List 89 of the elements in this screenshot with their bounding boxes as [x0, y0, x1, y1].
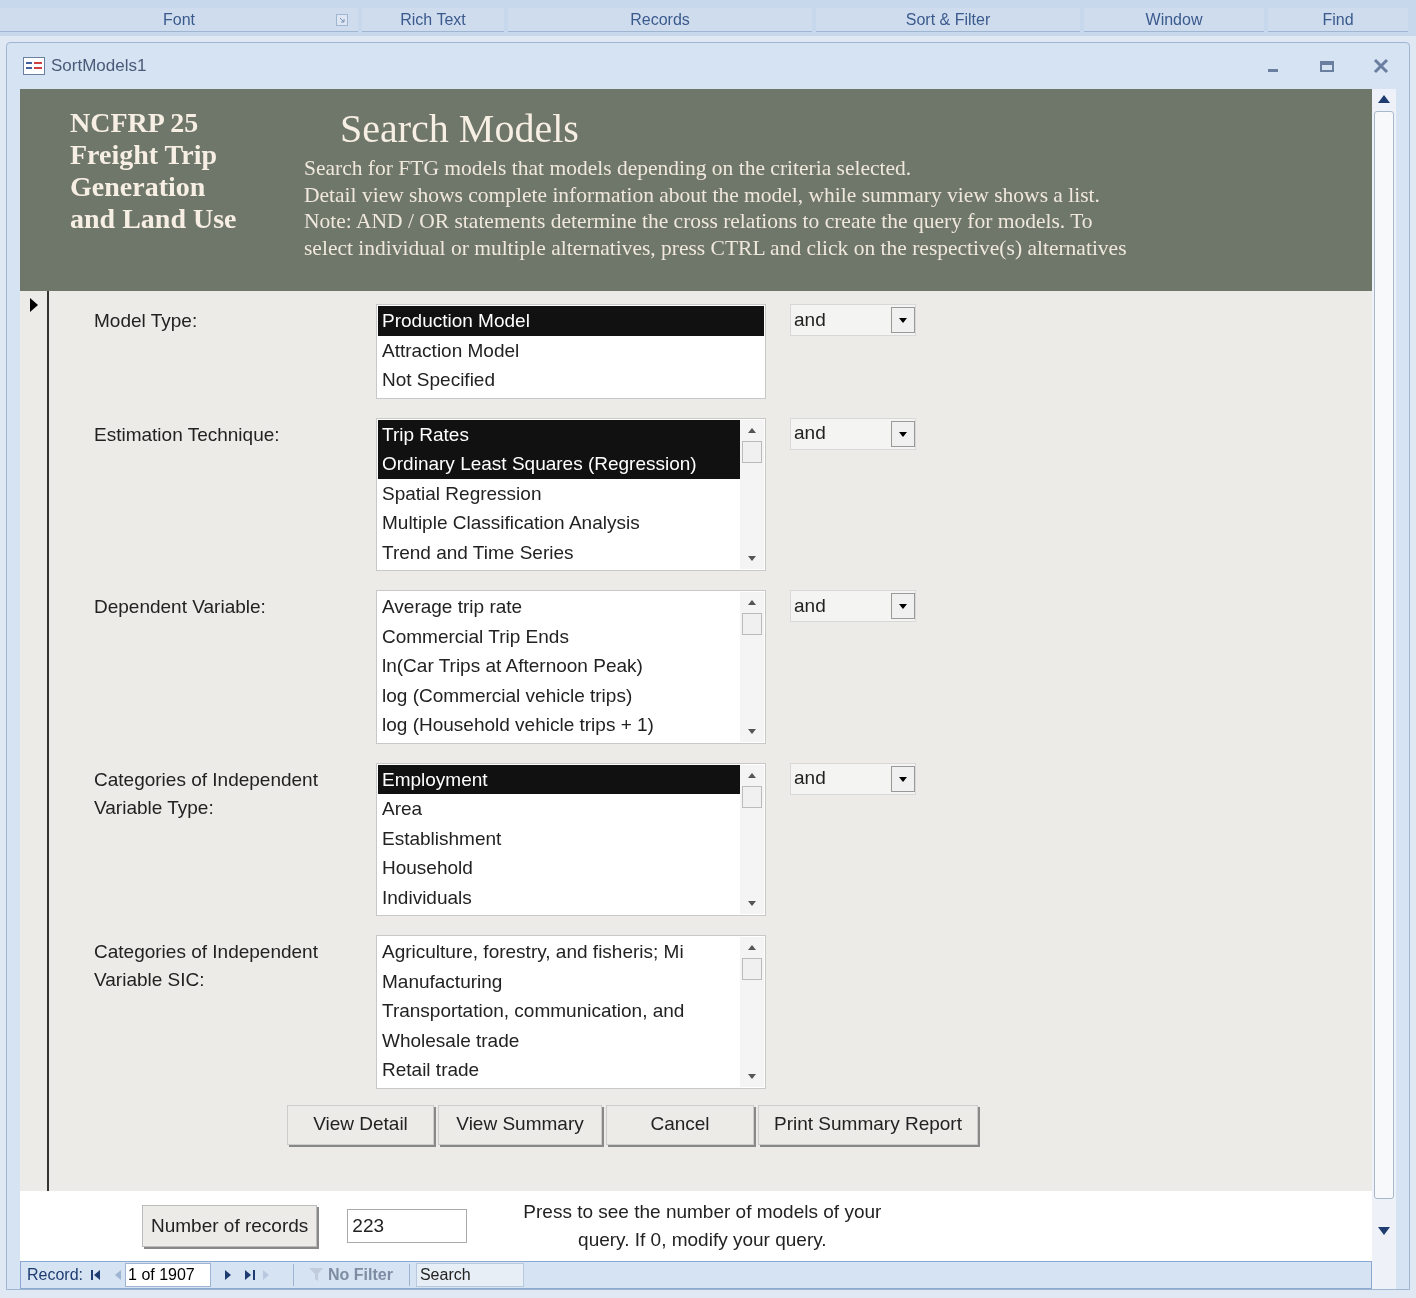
list-item[interactable]: Retail trade [378, 1055, 740, 1085]
operator-dropdown[interactable]: and [790, 417, 916, 450]
field-label: Dependent Variable: [94, 595, 267, 619]
description-line: Detail view shows complete information about the model, while summary view shows a list. [304, 181, 1101, 208]
form-title: Search Models [340, 107, 580, 151]
action-button[interactable]: Print Summary Report [758, 1104, 978, 1145]
scroll-thumb[interactable] [742, 440, 762, 463]
description-line: Note: AND / OR statements determine the cross relations to create the query for models. To [304, 208, 1094, 235]
list-item[interactable]: Trip Rates [378, 419, 740, 449]
scroll-up-icon[interactable] [1378, 95, 1390, 103]
form-icon [23, 57, 45, 75]
ribbon-group-title: Window [1145, 9, 1203, 30]
dialog-launcher-icon[interactable] [336, 14, 348, 26]
action-button[interactable]: View Summary [438, 1104, 602, 1145]
scroll-down-icon[interactable] [1378, 1227, 1390, 1235]
operator-dropdown[interactable]: and [790, 304, 916, 336]
number-of-records-button[interactable]: Number of records [142, 1205, 318, 1247]
list-box[interactable]: Agriculture, forestry, and fisheris; Mi Manufacturing Transportation, communication, and Wholesale trade Retail trade [376, 935, 766, 1089]
scroll-thumb[interactable] [742, 958, 762, 980]
list-item[interactable]: Individuals [378, 882, 740, 912]
list-item[interactable]: Average trip rate [378, 592, 740, 622]
scroll-down-icon[interactable] [748, 1073, 756, 1079]
list-item[interactable]: Household [378, 853, 740, 883]
list-item[interactable]: Trend and Time Series [378, 537, 740, 567]
list-item[interactable]: Not Specified [378, 365, 764, 395]
window-title: SortModels1 [51, 55, 147, 78]
brand-text: and Land Use [70, 203, 238, 235]
ribbon-group-title: Records [630, 9, 690, 30]
ribbon-group-title: Font [163, 9, 195, 30]
list-item[interactable]: Production Model [378, 306, 764, 336]
field-label: Categories of Independent Variable SIC: [94, 940, 319, 992]
list-item[interactable]: log (Household vehicle trips + 1) [378, 710, 740, 740]
hint-text: Press to see the number of models of your query. If 0, modify your query. [522, 1200, 883, 1252]
operator-dropdown[interactable]: and [790, 590, 916, 622]
ribbon-group-title: Find [1322, 9, 1354, 30]
list-item[interactable]: Spatial Regression [378, 478, 740, 508]
field-label: Categories of Independent Variable Type: [94, 767, 319, 820]
scroll-down-icon[interactable] [748, 901, 756, 906]
field-label: Estimation Technique: [94, 422, 281, 447]
scroll-up-icon[interactable] [748, 600, 756, 605]
ribbon-group-title: Rich Text [400, 9, 466, 30]
description-line: select individual or multiple alternatives, press CTRL and click on the respective(s) alternatives [304, 234, 1127, 261]
scroll-up-icon[interactable] [748, 772, 756, 778]
record-count-field[interactable]: 223 [347, 1209, 468, 1243]
list-item[interactable]: ln(Car Trips at Afternoon Peak) [378, 651, 740, 681]
list-scrollbar[interactable] [740, 937, 764, 1087]
action-button[interactable]: Cancel [606, 1104, 754, 1145]
record-label: Record: [27, 1265, 84, 1285]
scroll-up-icon[interactable] [748, 427, 756, 433]
list-item[interactable]: Area [378, 794, 740, 824]
scroll-thumb[interactable] [1374, 111, 1394, 1199]
list-item[interactable]: Manufacturing [378, 966, 740, 996]
last-record-icon[interactable] [245, 1269, 256, 1281]
field-label: Model Type: [94, 309, 199, 333]
brand-text: NCFRP 25 [70, 107, 200, 139]
current-record-icon [28, 297, 39, 313]
operator-dropdown[interactable]: and [790, 762, 916, 795]
ribbon-group-title: Sort & Filter [905, 9, 991, 30]
scroll-down-icon[interactable] [748, 556, 756, 561]
list-item[interactable]: Establishment [378, 823, 740, 853]
list-box[interactable]: Employment Area Establishment Household Individuals [376, 762, 766, 916]
list-item[interactable]: Wholesale trade [378, 1025, 740, 1055]
list-item[interactable]: Employment [378, 764, 740, 794]
list-scrollbar[interactable] [740, 592, 764, 742]
description-line: Search for FTG models that models depending on the criteria selected. [304, 155, 913, 182]
action-button[interactable]: View Detail [287, 1104, 434, 1145]
scroll-thumb[interactable] [742, 613, 762, 635]
list-item[interactable]: Agriculture, forestry, and fisheris; Mi [378, 937, 740, 967]
list-box[interactable]: Average trip rate Commercial Trip Ends ln(Car Trips at Afternoon Peak) log (Commercial vehicle trips) log (Household vehicle trips + 1) [376, 590, 766, 744]
list-item[interactable]: Multiple Classification Analysis [378, 508, 740, 538]
scroll-thumb[interactable] [742, 785, 762, 808]
list-item[interactable]: Ordinary Least Squares (Regression) [378, 449, 740, 479]
record-number-field[interactable]: 1 of 1907 [125, 1263, 212, 1287]
brand-text: Freight Trip [70, 139, 218, 171]
list-box[interactable]: Production Model Attraction Model Not Specified [376, 304, 766, 399]
vertical-scrollbar[interactable] [1372, 89, 1396, 1289]
list-item[interactable]: log (Commercial vehicle trips) [378, 680, 740, 710]
list-item[interactable]: Commercial Trip Ends [378, 621, 740, 651]
search-field[interactable]: Search [415, 1263, 524, 1287]
list-scrollbar[interactable] [740, 764, 764, 914]
scroll-up-icon[interactable] [748, 945, 756, 950]
list-item[interactable]: Transportation, communication, and [378, 996, 740, 1026]
scroll-down-icon[interactable] [748, 728, 756, 734]
list-scrollbar[interactable] [740, 419, 764, 569]
brand-text: Generation [70, 171, 207, 203]
list-item[interactable]: Attraction Model [378, 335, 764, 365]
next-record-icon[interactable] [225, 1269, 232, 1281]
list-box[interactable]: Trip Rates Ordinary Least Squares (Regression) Spatial Regression Multiple Classification Analysis Trend and Time Series [376, 417, 766, 571]
first-record-icon[interactable] [91, 1269, 102, 1281]
